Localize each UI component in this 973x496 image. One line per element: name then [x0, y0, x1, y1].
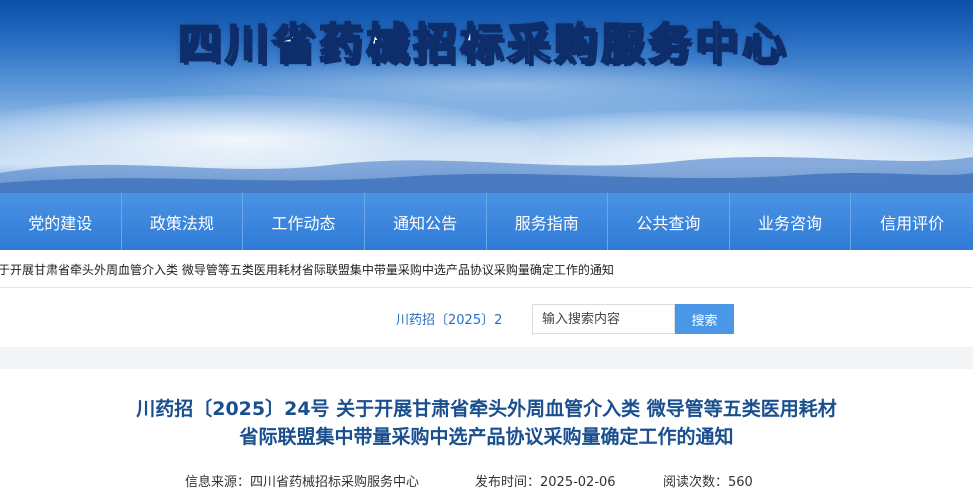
article-source: 信息来源：四川省药械招标采购服务中心 [185, 475, 420, 490]
banner-hills [0, 157, 973, 193]
article-title: 川药招〔2025〕24号 关于开展甘肃省牵头外周血管介入类 微导管等五类医用耗材… [0, 395, 973, 451]
nav-item-work-news[interactable]: 工作动态 [243, 193, 365, 250]
nav-item-consultation[interactable]: 业务咨询 [730, 193, 852, 250]
search-input[interactable] [532, 304, 675, 334]
nav-item-credit-evaluation[interactable]: 信用评价 [851, 193, 973, 250]
article-header: 川药招〔2025〕24号 关于开展甘肃省牵头外周血管介入类 微导管等五类医用耗材… [0, 369, 973, 496]
scrolling-doc-number[interactable]: 川药招〔2025〕2 [396, 309, 502, 328]
nav-item-announcements[interactable]: 通知公告 [365, 193, 487, 250]
site-banner: 四川省药械招标采购服务中心 [0, 0, 973, 193]
notice-ticker: 于开展甘肃省牵头外周血管介入类 微导管等五类医用耗材省际联盟集中带量采购中选产品… [0, 250, 973, 288]
nav-item-party-building[interactable]: 党的建设 [0, 193, 122, 250]
article-views: 阅读次数：560 [663, 475, 753, 490]
site-title-logo: 四川省药械招标采购服务中心 [177, 19, 789, 71]
nav-item-public-query[interactable]: 公共查询 [608, 193, 730, 250]
search-button[interactable]: 搜索 [675, 304, 734, 334]
article-publish-time: 发布时间：2025-02-06 [475, 475, 616, 490]
section-divider [0, 347, 973, 369]
search-bar: 川药招〔2025〕2 搜索 [0, 289, 973, 347]
main-nav: 党的建设 政策法规 工作动态 通知公告 服务指南 公共查询 业务咨询 信用评价 [0, 193, 973, 250]
nav-item-service-guide[interactable]: 服务指南 [487, 193, 609, 250]
notice-ticker-link[interactable]: 于开展甘肃省牵头外周血管介入类 微导管等五类医用耗材省际联盟集中带量采购中选产品… [0, 261, 614, 278]
article-title-line-2: 省际联盟集中带量采购中选产品协议采购量确定工作的通知 [239, 426, 734, 448]
article-title-line-1: 川药招〔2025〕24号 关于开展甘肃省牵头外周血管介入类 微导管等五类医用耗材 [136, 398, 837, 420]
nav-item-policies[interactable]: 政策法规 [122, 193, 244, 250]
